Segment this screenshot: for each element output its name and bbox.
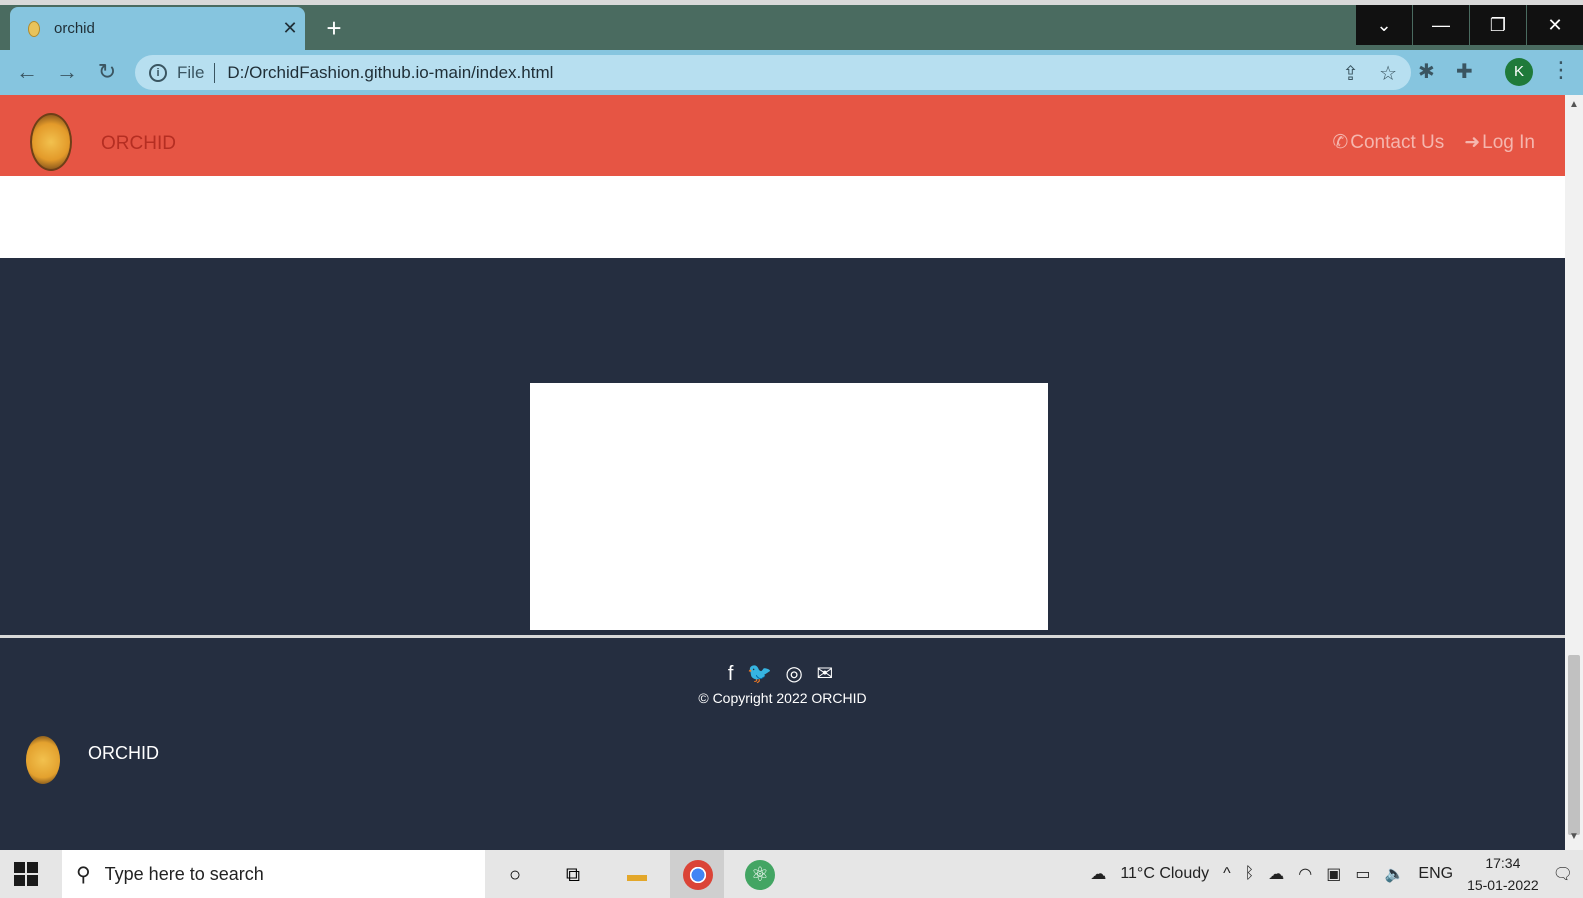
orchid-logo-icon[interactable] — [30, 113, 72, 171]
close-window-button[interactable]: ✕ — [1527, 5, 1583, 45]
info-icon[interactable]: i — [149, 63, 167, 82]
tab-close-icon[interactable]: ✕ — [275, 18, 305, 39]
browser-toolbar: ← → ↻ i File D:/OrchidFashion.github.io-… — [0, 50, 1583, 95]
footer-brand: ORCHID — [88, 743, 159, 763]
omnibox-actions: ⇪ ☆ — [1342, 61, 1397, 86]
taskbar-search[interactable]: ⚲ Type here to search — [62, 850, 485, 898]
weather-icon[interactable]: ☁ — [1090, 864, 1106, 884]
phone-icon: ✆ — [1332, 132, 1349, 153]
page-scrollbar[interactable]: ▲ ▼ — [1565, 95, 1583, 850]
extension-bug-icon[interactable]: ✱ — [1418, 59, 1435, 84]
clock[interactable]: 17:34 15-01-2022 — [1467, 852, 1539, 896]
volume-icon[interactable]: 🔈 — [1384, 864, 1404, 884]
site-navbar: ORCHID ✆ Contact Us ➜ Log In — [0, 95, 1565, 176]
bluetooth-icon[interactable]: ᛒ — [1245, 865, 1255, 883]
back-button[interactable]: ← — [12, 57, 42, 87]
clock-date: 15-01-2022 — [1467, 877, 1539, 893]
scroll-down-icon[interactable]: ▼ — [1569, 831, 1579, 842]
new-tab-button[interactable]: + — [320, 14, 348, 42]
content-box — [530, 383, 1048, 630]
battery-icon[interactable]: ▭ — [1355, 864, 1370, 884]
minimize-button[interactable]: — — [1413, 5, 1469, 45]
main-section: f 🐦 ◎ ✉ © Copyright 2022 ORCHID ORCHID — [0, 258, 1565, 850]
log-in-label: Log In — [1482, 132, 1535, 153]
scroll-thumb[interactable] — [1568, 655, 1580, 835]
chrome-icon[interactable] — [683, 860, 713, 890]
contact-us-label: Contact Us — [1350, 132, 1445, 153]
browser-menu-icon[interactable]: ⋮ — [1550, 57, 1572, 83]
tab-search-button[interactable]: ⌄ — [1356, 5, 1412, 45]
file-explorer-icon[interactable]: ▬ — [622, 860, 652, 890]
orchid-favicon-icon — [28, 20, 40, 37]
cortana-icon[interactable]: ○ — [500, 860, 530, 890]
profile-avatar[interactable]: K — [1505, 58, 1533, 86]
log-in-link[interactable]: ➜ Log In — [1464, 131, 1535, 154]
web-page: ORCHID ✆ Contact Us ➜ Log In f 🐦 ◎ ✉ © Cop… — [0, 95, 1565, 850]
contact-us-link[interactable]: ✆ Contact Us — [1332, 131, 1444, 154]
notifications-icon[interactable]: 🗨 — [1553, 864, 1573, 884]
site-brand[interactable]: ORCHID — [101, 133, 176, 155]
url-scheme: File — [177, 62, 216, 83]
browser-titlebar: orchid ✕ + ⌄ — ❐ ✕ — [0, 0, 1583, 50]
windows-start-icon[interactable] — [14, 862, 38, 886]
reload-button[interactable]: ↻ — [92, 57, 122, 87]
share-icon[interactable]: ⇪ — [1342, 61, 1359, 86]
forward-button[interactable]: → — [52, 57, 82, 87]
copyright-text: © Copyright 2022 ORCHID — [698, 690, 867, 706]
search-icon: ⚲ — [76, 863, 91, 886]
wifi-icon[interactable]: ◠ — [1298, 864, 1312, 884]
weather-text[interactable]: 11°C Cloudy — [1120, 865, 1209, 883]
footer-divider — [0, 635, 1565, 638]
onedrive-icon[interactable]: ☁ — [1268, 864, 1284, 884]
sign-in-icon: ➜ — [1464, 132, 1481, 153]
nav-links: ✆ Contact Us ➜ Log In — [1332, 131, 1535, 154]
network-icon[interactable]: ▣ — [1326, 864, 1341, 884]
atom-editor-icon[interactable]: ⚛ — [745, 860, 775, 890]
bookmark-star-icon[interactable]: ☆ — [1379, 61, 1397, 86]
windows-taskbar: ⚲ Type here to search ○ ⧉ ▬ ⚛ ☁ 11°C Clo… — [0, 850, 1583, 898]
restore-button[interactable]: ❐ — [1470, 5, 1526, 45]
social-links[interactable]: f 🐦 ◎ ✉ — [0, 661, 1565, 686]
extensions-puzzle-icon[interactable]: ✚ — [1456, 59, 1473, 84]
footer-logo-icon — [26, 736, 60, 784]
taskbar-search-placeholder: Type here to search — [104, 863, 264, 884]
tray-overflow-icon[interactable]: ^ — [1223, 865, 1231, 883]
tab-title: orchid — [54, 20, 95, 37]
hero-band — [0, 176, 1565, 258]
language-indicator[interactable]: ENG — [1418, 865, 1453, 883]
browser-tab[interactable]: orchid ✕ — [10, 7, 305, 50]
system-tray: ☁ 11°C Cloudy ^ ᛒ ☁ ◠ ▣ ▭ 🔈 ENG 17:34 15… — [1090, 850, 1573, 898]
url-text[interactable]: D:/OrchidFashion.github.io-main/index.ht… — [227, 63, 553, 83]
task-view-icon[interactable]: ⧉ — [558, 860, 588, 890]
address-bar[interactable]: i File D:/OrchidFashion.github.io-main/i… — [135, 55, 1411, 90]
titlebar-strip — [0, 0, 1583, 5]
clock-time: 17:34 — [1485, 855, 1521, 871]
scroll-up-icon[interactable]: ▲ — [1569, 99, 1579, 110]
window-controls: ⌄ — ❐ ✕ — [1355, 5, 1583, 45]
